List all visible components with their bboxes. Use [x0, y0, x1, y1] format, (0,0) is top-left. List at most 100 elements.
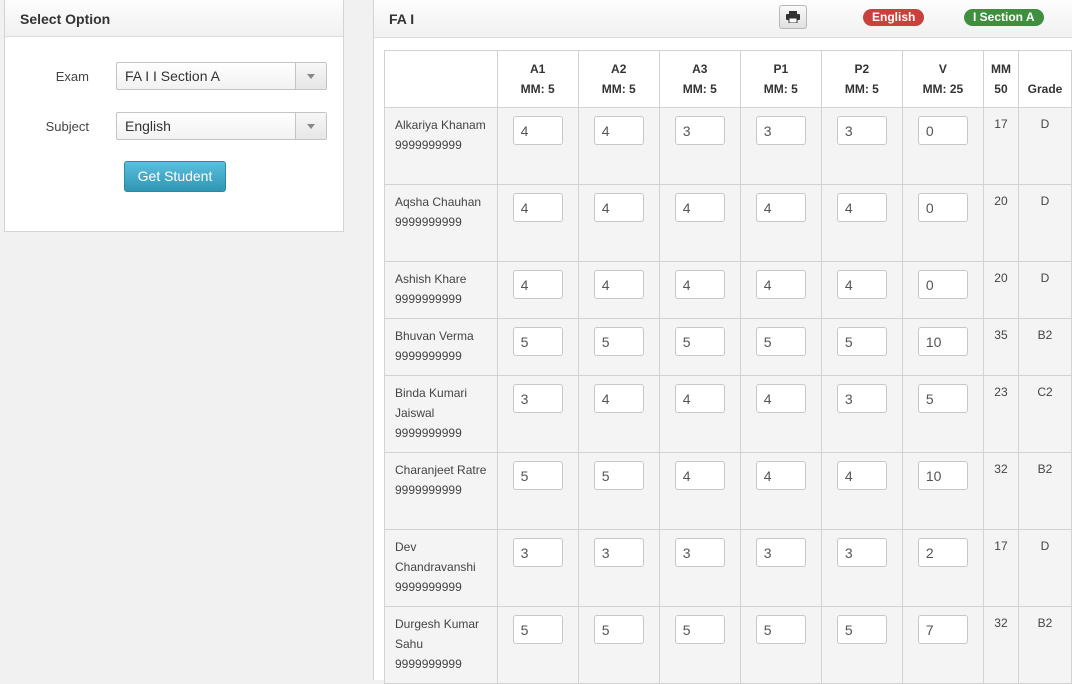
mark-cell [820, 452, 903, 530]
mark-cell [901, 606, 984, 684]
mark-cell [820, 184, 903, 262]
mark-input[interactable] [836, 193, 887, 222]
exam-select[interactable]: FA I I Section A [116, 62, 327, 90]
mark-cell [577, 184, 660, 262]
column-header: A2 MM: 5 [577, 50, 660, 108]
get-student-button[interactable]: Get Student [124, 161, 226, 192]
subject-select[interactable]: English [116, 112, 327, 140]
student-phone: 9999999999 [395, 349, 462, 363]
mark-input[interactable] [755, 461, 806, 490]
mark-input[interactable] [593, 116, 644, 145]
mark-input[interactable] [593, 270, 644, 299]
mark-input[interactable] [755, 327, 806, 356]
class-badge: I Section A [964, 9, 1044, 26]
mark-input[interactable] [593, 538, 644, 567]
mark-cell [901, 184, 984, 262]
page-title: FA I [389, 11, 415, 27]
student-cell: Alkariya Khanam 9999999999 [384, 107, 498, 185]
mark-input[interactable] [836, 615, 887, 644]
mark-input[interactable] [917, 193, 968, 222]
total-cell: 20 [982, 261, 1020, 319]
mark-input[interactable] [836, 270, 887, 299]
mark-input[interactable] [674, 327, 725, 356]
student-name: Alkariya Khanam [395, 118, 486, 132]
mark-input[interactable] [836, 327, 887, 356]
total-cell: 20 [982, 184, 1020, 262]
mark-input[interactable] [836, 384, 887, 413]
mark-cell [820, 375, 903, 453]
mark-input[interactable] [674, 615, 725, 644]
column-header: A3 MM: 5 [658, 50, 741, 108]
mark-input[interactable] [512, 538, 563, 567]
total-cell: 32 [982, 452, 1020, 530]
column-header: MM 50 [982, 50, 1020, 108]
mark-input[interactable] [755, 270, 806, 299]
mark-input[interactable] [836, 538, 887, 567]
select-option-panel: Select Option Exam FA I I Section A Subj… [4, 0, 344, 232]
mark-input[interactable] [593, 615, 644, 644]
column-header: Grade [1018, 50, 1072, 108]
student-name: Aqsha Chauhan [395, 195, 482, 209]
exam-label: Exam [55, 69, 89, 84]
mark-cell [496, 184, 579, 262]
total-cell: 23 [982, 375, 1020, 453]
mark-input[interactable] [755, 615, 806, 644]
mark-input[interactable] [512, 615, 563, 644]
mark-input[interactable] [917, 538, 968, 567]
student-name: Binda Kumari Jaiswal [395, 386, 468, 420]
mark-input[interactable] [836, 116, 887, 145]
mark-input[interactable] [593, 461, 644, 490]
mark-input[interactable] [512, 193, 563, 222]
mark-input[interactable] [674, 270, 725, 299]
table-row: Bhuvan Verma 9999999999 35B2 [384, 318, 1072, 376]
student-name: Dev Chandravanshi [395, 540, 476, 574]
mark-cell [739, 107, 822, 185]
mark-input[interactable] [512, 384, 563, 413]
student-phone: 9999999999 [395, 292, 462, 306]
print-button[interactable] [779, 5, 807, 29]
column-header: P1 MM: 5 [739, 50, 822, 108]
table-row: Durgesh Kumar Sahu 9999999999 32B2 [384, 606, 1072, 684]
mark-input[interactable] [593, 193, 644, 222]
student-phone: 9999999999 [395, 657, 462, 671]
mark-input[interactable] [512, 270, 563, 299]
mark-input[interactable] [917, 461, 968, 490]
mark-cell [658, 318, 741, 376]
mark-input[interactable] [512, 327, 563, 356]
mark-cell [496, 529, 579, 607]
mark-input[interactable] [674, 116, 725, 145]
mark-cell [820, 107, 903, 185]
mark-input[interactable] [512, 461, 563, 490]
mark-input[interactable] [917, 270, 968, 299]
student-cell: Durgesh Kumar Sahu 9999999999 [384, 606, 498, 684]
mark-input[interactable] [755, 193, 806, 222]
mark-input[interactable] [593, 384, 644, 413]
mark-input[interactable] [512, 116, 563, 145]
mark-input[interactable] [755, 384, 806, 413]
mark-cell [658, 184, 741, 262]
mark-cell [820, 606, 903, 684]
chevron-down-icon[interactable] [295, 63, 326, 89]
mark-cell [739, 529, 822, 607]
mark-input[interactable] [755, 538, 806, 567]
mark-input[interactable] [674, 461, 725, 490]
subject-badge: English [863, 9, 925, 26]
mark-input[interactable] [674, 538, 725, 567]
mark-input[interactable] [755, 116, 806, 145]
mark-input[interactable] [593, 327, 644, 356]
mark-input[interactable] [917, 116, 968, 145]
mark-input[interactable] [917, 615, 968, 644]
student-phone: 9999999999 [395, 215, 462, 229]
mark-input[interactable] [917, 384, 968, 413]
mark-input[interactable] [674, 384, 725, 413]
mark-cell [496, 261, 579, 319]
mark-input[interactable] [674, 193, 725, 222]
total-cell: 17 [982, 107, 1020, 185]
mark-input[interactable] [917, 327, 968, 356]
table-row: Binda Kumari Jaiswal 9999999999 23C2 [384, 375, 1072, 453]
mark-input[interactable] [836, 461, 887, 490]
mark-cell [658, 261, 741, 319]
chevron-down-icon[interactable] [295, 113, 326, 139]
marks-panel-header: FA I English I Section A [374, 0, 1072, 38]
mark-cell [496, 375, 579, 453]
